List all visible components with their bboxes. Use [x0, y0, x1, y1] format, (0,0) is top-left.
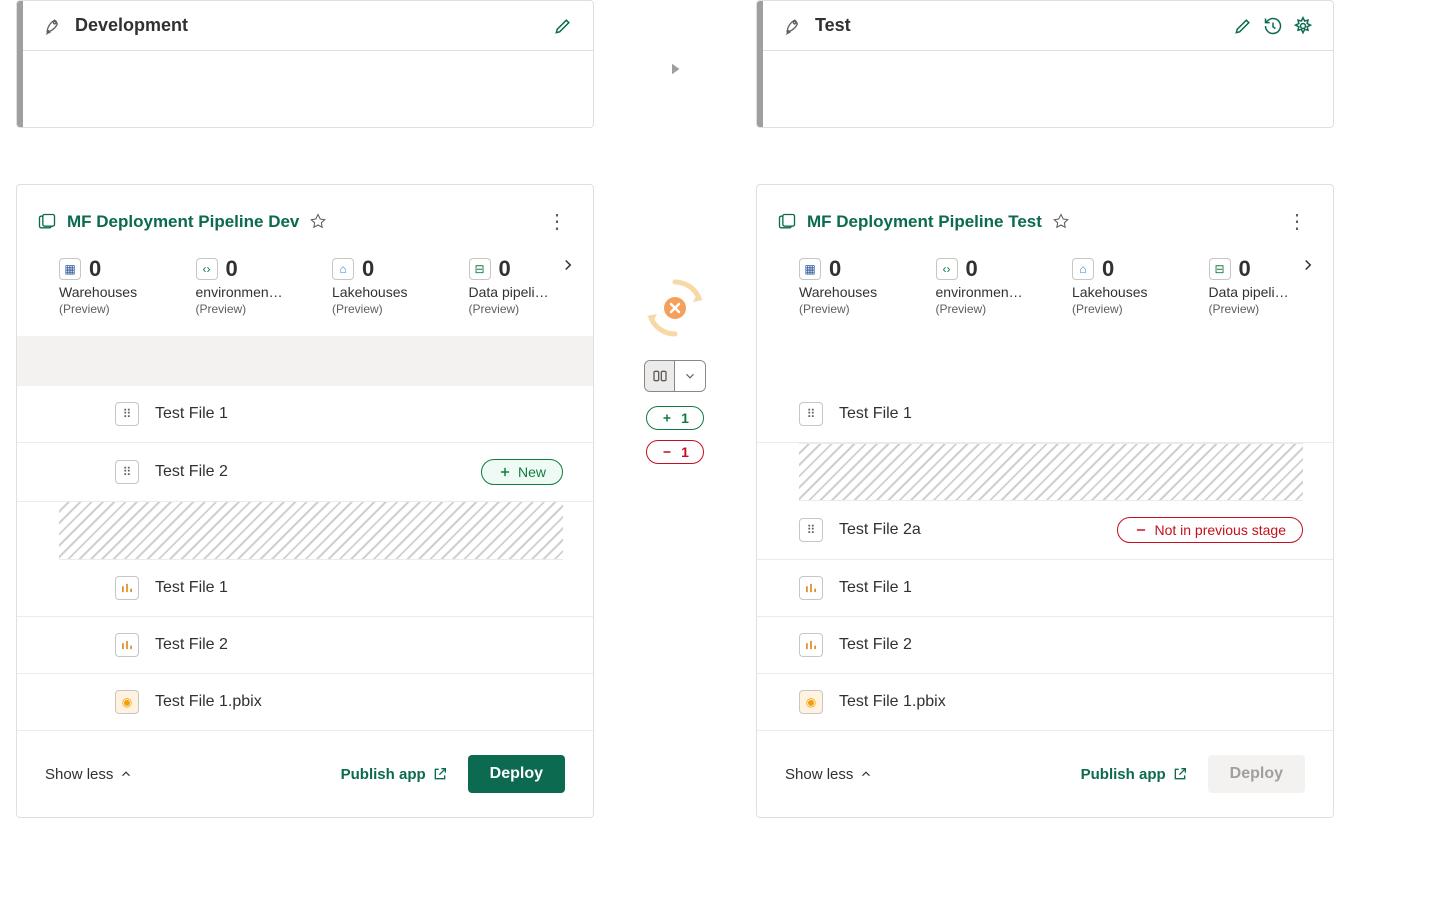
list-item[interactable]: ⠿ Test File 1: [17, 386, 593, 443]
list-item[interactable]: ◉ Test File 1.pbix: [757, 674, 1333, 731]
stage-development: Development MF Deployment Pipeline Dev: [0, 0, 610, 818]
environment-icon: ‹›: [936, 258, 958, 280]
more-menu-icon[interactable]: ⋮: [541, 209, 573, 234]
stage-title: Development: [75, 15, 541, 36]
stat-environments[interactable]: ‹›0 environmen… (Preview): [196, 256, 301, 316]
deploy-button: Deploy: [1208, 755, 1305, 793]
list-item[interactable]: ◉ Test File 1.pbix: [17, 674, 593, 731]
added-badge: 1: [646, 406, 704, 430]
workspace-card-test: MF Deployment Pipeline Test ⋮ ▦0 Warehou…: [756, 184, 1334, 818]
report-icon: [115, 576, 139, 600]
publish-app-link[interactable]: Publish app: [1081, 766, 1188, 783]
dataset-icon: ⠿: [799, 518, 823, 542]
list-item[interactable]: ⠿ Test File 1: [757, 386, 1333, 443]
show-less-toggle[interactable]: Show less: [45, 766, 321, 783]
stage-header-card: Test: [756, 0, 1334, 128]
datapipeline-icon: ⊟: [469, 258, 491, 280]
stats-scroll-right-icon[interactable]: [1299, 256, 1317, 274]
new-badge: New: [481, 459, 563, 485]
report-icon: [799, 576, 823, 600]
stat-lakehouses[interactable]: ⌂0 Lakehouses (Preview): [1072, 256, 1177, 316]
edit-icon[interactable]: [1233, 16, 1253, 36]
list-item[interactable]: Test File 1: [757, 560, 1333, 617]
stat-warehouses[interactable]: ▦0 Warehouses (Preview): [59, 256, 164, 316]
workspace-title[interactable]: MF Deployment Pipeline Dev: [67, 212, 531, 232]
stat-environments[interactable]: ‹›0 environmen… (Preview): [936, 256, 1041, 316]
workspace-card-dev: MF Deployment Pipeline Dev ⋮ ▦0 Warehous…: [16, 184, 594, 818]
warehouse-icon: ▦: [59, 258, 81, 280]
rocket-icon: [43, 16, 63, 36]
show-less-toggle[interactable]: Show less: [785, 766, 1061, 783]
compare-view-toggle[interactable]: [644, 360, 706, 392]
premium-icon: [309, 213, 327, 231]
stats-row: ▦0 Warehouses (Preview) ‹›0 environmen… …: [757, 246, 1333, 336]
compare-status-icon[interactable]: [643, 276, 707, 340]
warehouse-icon: ▦: [799, 258, 821, 280]
datapipeline-icon: ⊟: [1209, 258, 1231, 280]
environment-icon: ‹›: [196, 258, 218, 280]
dataset-icon: ⠿: [115, 402, 139, 426]
more-menu-icon[interactable]: ⋮: [1281, 209, 1313, 234]
history-icon[interactable]: [1263, 16, 1283, 36]
compare-column: 1 1: [610, 0, 740, 818]
workspace-title[interactable]: MF Deployment Pipeline Test: [807, 212, 1271, 232]
lakehouse-icon: ⌂: [1072, 258, 1094, 280]
rocket-icon: [783, 16, 803, 36]
list-item[interactable]: Test File 1: [17, 560, 593, 617]
report-icon: [115, 633, 139, 657]
category-band: [757, 336, 1333, 386]
list-item[interactable]: Test File 2: [17, 617, 593, 674]
placeholder-slot: [799, 443, 1303, 501]
stat-warehouses[interactable]: ▦0 Warehouses (Preview): [799, 256, 904, 316]
removed-badge: 1: [646, 440, 704, 464]
premium-icon: [1052, 213, 1070, 231]
not-in-previous-badge: Not in previous stage: [1117, 517, 1303, 543]
list-item[interactable]: ⠿ Test File 2a Not in previous stage: [757, 501, 1333, 560]
stage-header-card: Development: [16, 0, 594, 128]
stat-datapipelines[interactable]: ⊟0 Data pipeli… (Preview): [1209, 256, 1314, 316]
pbix-icon: ◉: [115, 690, 139, 714]
list-item[interactable]: Test File 2: [757, 617, 1333, 674]
settings-icon[interactable]: [1293, 16, 1313, 36]
compare-toggle-left-icon[interactable]: [645, 361, 675, 391]
category-band: [17, 336, 593, 386]
edit-icon[interactable]: [553, 16, 573, 36]
stat-lakehouses[interactable]: ⌂0 Lakehouses (Preview): [332, 256, 437, 316]
stage-title: Test: [815, 15, 1221, 36]
dataset-icon: ⠿: [799, 402, 823, 426]
deploy-button[interactable]: Deploy: [468, 755, 565, 793]
publish-app-link[interactable]: Publish app: [341, 766, 448, 783]
stage-arrow-icon[interactable]: [666, 60, 684, 78]
workspace-icon: [777, 212, 797, 232]
stats-row: ▦0 Warehouses (Preview) ‹›0 environmen… …: [17, 246, 593, 336]
lakehouse-icon: ⌂: [332, 258, 354, 280]
stat-datapipelines[interactable]: ⊟0 Data pipeli… (Preview): [469, 256, 574, 316]
pbix-icon: ◉: [799, 690, 823, 714]
placeholder-slot: [59, 502, 563, 560]
dataset-icon: ⠿: [115, 460, 139, 484]
report-icon: [799, 633, 823, 657]
chevron-down-icon[interactable]: [675, 361, 705, 391]
stage-test: Test: [740, 0, 1350, 818]
list-item[interactable]: ⠿ Test File 2 New: [17, 443, 593, 502]
stats-scroll-right-icon[interactable]: [559, 256, 577, 274]
workspace-icon: [37, 212, 57, 232]
